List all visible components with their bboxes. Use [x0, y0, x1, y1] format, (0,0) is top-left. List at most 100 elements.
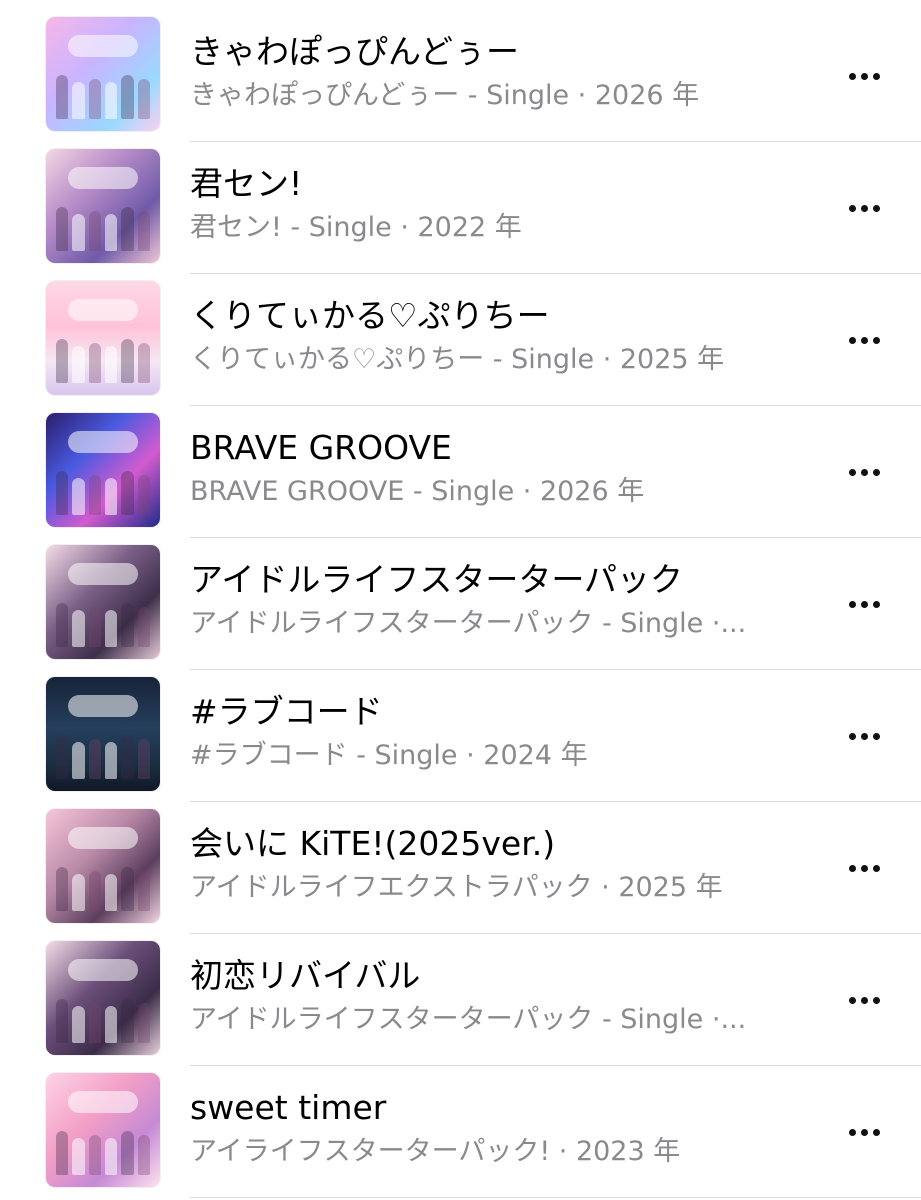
- song-title: BRAVE GROOVE: [190, 428, 452, 467]
- artwork-figure: [72, 1137, 85, 1175]
- album-artwork[interactable]: [46, 149, 160, 263]
- artwork-figure: [104, 609, 118, 647]
- song-title: きゃわぽっぴんどぅー: [190, 32, 520, 71]
- artwork-figure: [137, 210, 150, 251]
- ellipsis-dot: [860, 600, 868, 608]
- artwork-figure: [56, 75, 69, 119]
- ellipsis-dot: [860, 996, 868, 1004]
- artwork-figure: [72, 873, 85, 911]
- album-artwork[interactable]: [46, 677, 160, 791]
- artwork-figure: [121, 603, 134, 647]
- artwork-figure: [88, 738, 101, 779]
- artwork-figure: [72, 345, 85, 383]
- album-artwork[interactable]: [46, 1073, 160, 1187]
- song-subtitle: アイドルライフスターターパック - Single ·...: [190, 1004, 747, 1035]
- song-title: 会いに KiTE!(2025ver.): [190, 824, 556, 863]
- song-row[interactable]: 会いに KiTE!(2025ver.) アイドルライフエクストラパック · 202…: [0, 802, 921, 934]
- song-subtitle: アイドルライフエクストラパック · 2025 年: [190, 872, 723, 903]
- song-row[interactable]: 初恋リバイバルアイドルライフスターターパック - Single ·...: [0, 934, 921, 1066]
- more-options-button[interactable]: [836, 850, 892, 886]
- artwork-figure: [88, 210, 101, 251]
- ellipsis-icon: [848, 1128, 880, 1136]
- ellipsis-dot: [848, 72, 856, 80]
- ellipsis-dot: [860, 204, 868, 212]
- artwork-figures: [56, 471, 150, 515]
- artwork-figure: [104, 477, 118, 515]
- artwork-logo: [68, 35, 138, 57]
- ellipsis-icon: [848, 72, 880, 80]
- artwork-figure: [104, 345, 118, 383]
- more-options-button[interactable]: [836, 1114, 892, 1150]
- ellipsis-dot: [872, 204, 880, 212]
- more-options-button[interactable]: [836, 586, 892, 622]
- ellipsis-dot: [860, 732, 868, 740]
- song-row[interactable]: くりてぃかる♡ぷりちー くりてぃかる♡ぷりちー - Single · 2025 年: [0, 274, 921, 406]
- artwork-figure: [121, 471, 134, 515]
- artwork-figure: [137, 1002, 150, 1043]
- song-subtitle: BRAVE GROOVE - Single · 2026 年: [190, 476, 645, 507]
- artwork-figure: [56, 603, 69, 647]
- artwork-figures: [56, 339, 150, 383]
- artwork-figures: [56, 999, 150, 1043]
- artwork-figures: [56, 735, 150, 779]
- artwork-figure: [72, 609, 85, 647]
- artwork-figure: [121, 1131, 134, 1175]
- artwork-figure: [104, 873, 118, 911]
- artwork-logo: [68, 431, 138, 453]
- more-options-button[interactable]: [836, 58, 892, 94]
- album-artwork[interactable]: [46, 809, 160, 923]
- song-title: 君セン!: [190, 164, 303, 203]
- more-options-button[interactable]: [836, 322, 892, 358]
- song-row[interactable]: sweet timer アイライフスターターパック! · 2023 年: [0, 1066, 921, 1198]
- song-row[interactable]: 君セン! 君セン! - Single · 2022 年: [0, 142, 921, 274]
- album-artwork[interactable]: [46, 941, 160, 1055]
- more-options-button[interactable]: [836, 982, 892, 1018]
- artwork-figures: [56, 75, 150, 119]
- artwork-figure: [88, 78, 101, 119]
- ellipsis-dot: [848, 1128, 856, 1136]
- artwork-logo: [68, 959, 138, 981]
- artwork-figure: [72, 213, 85, 251]
- artwork-figure: [56, 471, 69, 515]
- ellipsis-dot: [860, 468, 868, 476]
- song-subtitle: くりてぃかる♡ぷりちー - Single · 2025 年: [190, 344, 725, 375]
- ellipsis-dot: [848, 336, 856, 344]
- ellipsis-dot: [860, 72, 868, 80]
- song-title: アイドルライフスターターパック: [190, 560, 684, 599]
- song-row[interactable]: きゃわぽっぴんどぅーきゃわぽっぴんどぅー - Single · 2026 年: [0, 10, 921, 142]
- album-artwork[interactable]: [46, 17, 160, 131]
- artwork-figure: [104, 1137, 118, 1175]
- album-artwork[interactable]: [46, 545, 160, 659]
- artwork-figure: [137, 78, 150, 119]
- artwork-logo: [68, 299, 138, 321]
- ellipsis-dot: [860, 864, 868, 872]
- ellipsis-dot: [872, 336, 880, 344]
- more-options-button[interactable]: [836, 718, 892, 754]
- ellipsis-icon: [848, 864, 880, 872]
- song-row[interactable]: #ラブコード #ラブコード - Single · 2024 年: [0, 670, 921, 802]
- ellipsis-icon: [848, 336, 880, 344]
- ellipsis-icon: [848, 732, 880, 740]
- artwork-figure: [88, 606, 101, 647]
- album-artwork[interactable]: [46, 281, 160, 395]
- more-options-button[interactable]: [836, 190, 892, 226]
- song-subtitle: きゃわぽっぴんどぅー - Single · 2026 年: [190, 80, 700, 111]
- artwork-figure: [104, 81, 118, 119]
- song-title: 初恋リバイバル: [190, 956, 421, 995]
- artwork-figures: [56, 1131, 150, 1175]
- album-artwork[interactable]: [46, 413, 160, 527]
- artwork-logo: [68, 695, 138, 717]
- artwork-figure: [121, 339, 134, 383]
- ellipsis-dot: [872, 600, 880, 608]
- artwork-figure: [121, 75, 134, 119]
- more-options-button[interactable]: [836, 454, 892, 490]
- artwork-figure: [88, 870, 101, 911]
- ellipsis-dot: [860, 336, 868, 344]
- artwork-figure: [121, 207, 134, 251]
- song-row[interactable]: BRAVE GROOVE BRAVE GROOVE - Single · 2026…: [0, 406, 921, 538]
- artwork-figures: [56, 207, 150, 251]
- artwork-figure: [137, 870, 150, 911]
- ellipsis-dot: [848, 732, 856, 740]
- artwork-figure: [72, 1005, 85, 1043]
- song-row[interactable]: アイドルライフスターターパック アイドルライフスターターパック - Single …: [0, 538, 921, 670]
